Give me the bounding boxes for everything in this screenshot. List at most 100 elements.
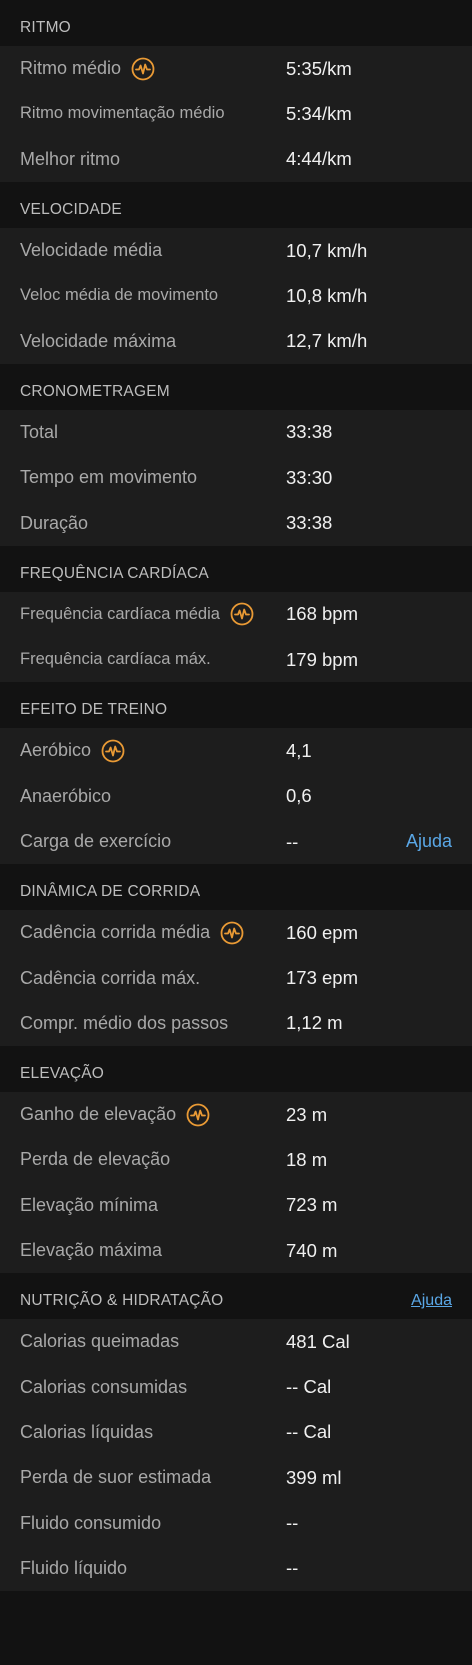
stat-label-wrap: Ritmo movimentação médio [20,104,225,123]
stat-label: Tempo em movimento [20,467,198,488]
stat-label-wrap: Anaeróbico [20,786,111,807]
stat-label-wrap: Calorias queimadas [20,1331,179,1352]
section-header-cronometragem: CRONOMETRAGEM [0,363,472,410]
performance-icon[interactable] [230,602,254,626]
section-header-elevacao: ELEVAÇÃO [0,1046,472,1093]
stat-row-perda-de-elevacao: Perda de elevação 18 m [0,1137,472,1182]
stat-label-wrap: Veloc média de movimento [20,286,218,305]
stat-row-anaerobico: Anaeróbico 0,6 [0,774,472,819]
stat-value: 168 bpm [286,603,358,625]
section-header-frequencia-cardiaca: FREQUÊNCIA CARDÍACA [0,545,472,592]
stat-label-wrap: Total [20,422,58,443]
stat-row-ritmo-movimentacao-medio: Ritmo movimentação médio 5:34/km [0,91,472,136]
stat-label: Elevação máxima [20,1240,163,1261]
stat-label: Ritmo movimentação médio [20,104,225,123]
stat-row-duracao: Duração 33:38 [0,500,472,545]
stat-value: 18 m [286,1148,328,1170]
performance-icon[interactable] [131,57,155,81]
stat-row-calorias-liquidas: Calorias líquidas -- Cal [0,1410,472,1455]
section-body-cronometragem: Total 33:38 Tempo em movimento 33:30 Duração… [0,409,472,546]
stat-row-frequencia-cardiaca-max: Frequência cardíaca máx. 179 bpm [0,637,472,682]
stat-label: Carga de exercício [20,831,172,851]
stat-label-wrap: Ganho de elevação [20,1103,210,1127]
section-body-velocidade: Velocidade média 10,7 km/h Veloc média de … [0,227,472,364]
stat-row-elevacao-maxima: Elevação máxima 740 m [0,1228,472,1273]
section-body-dinamica-de-corrida: Cadência corrida média 160 epm Cadência c… [0,910,472,1047]
stat-label-wrap: Fluido líquido [20,1558,127,1579]
stat-value: -- [286,1557,299,1579]
section-body-ritmo: Ritmo médio 5:35/km Ritmo movimentação mé… [0,46,472,182]
section-title: FREQUÊNCIA CARDÍACA [20,564,209,582]
stat-row-veloc-media-de-movimento: Veloc média de movimento 10,8 km/h [0,273,472,318]
stat-label: Elevação mínima [20,1194,159,1215]
stat-label-wrap: Cadência corrida média [20,921,244,945]
help-link[interactable]: Ajuda [411,1292,452,1310]
stat-label-wrap: Ritmo médio [20,57,155,81]
section-body-elevacao: Ganho de elevação 23 m Perda de elevação 1… [0,1092,472,1274]
stat-row-perda-de-suor-estimada: Perda de suor estimada 399 ml [0,1455,472,1500]
section-title: ELEVAÇÃO [20,1065,105,1083]
stat-row-calorias-queimadas: Calorias queimadas 481 Cal [0,1319,472,1364]
stat-value: 399 ml [286,1466,342,1488]
stat-label-wrap: Aeróbico [20,739,125,763]
stat-value: 10,7 km/h [286,239,368,261]
stat-label: Frequência cardíaca média [20,604,220,623]
section-title: DINÂMICA DE CORRIDA [20,883,201,901]
section-header-dinamica-de-corrida: DINÂMICA DE CORRIDA [0,864,472,911]
activity-stats-list: RITMO Ritmo médio 5:35/km Ritmo movimentaç… [0,0,472,1592]
stat-label: Calorias líquidas [20,1421,154,1442]
stat-label-wrap: Frequência cardíaca máx. [20,650,211,669]
stat-label: Total [20,421,59,442]
stat-label: Calorias consumidas [20,1376,188,1397]
help-link[interactable]: Ajuda [406,831,452,852]
stat-label-wrap: Frequência cardíaca média [20,602,254,626]
stat-value: 12,7 km/h [286,330,368,352]
stat-value: -- Cal [286,1376,332,1398]
stat-label: Duração [20,512,89,533]
section-header-nutricao-hidratacao: NUTRIÇÃO & HIDRATAÇÃO Ajuda [0,1273,472,1320]
stat-label-wrap: Calorias consumidas [20,1377,187,1398]
stat-value: 173 epm [286,967,358,989]
stat-label: Veloc média de movimento [20,286,219,305]
stat-label: Cadência corrida máx. [20,967,201,988]
performance-icon[interactable] [186,1103,210,1127]
stat-label: Frequência cardíaca máx. [20,650,211,669]
stat-label-wrap: Velocidade média [20,240,162,261]
stat-row-ritmo-medio: Ritmo médio 5:35/km [0,46,472,91]
stat-value: 723 m [286,1194,338,1216]
stat-value: 10,8 km/h [286,284,368,306]
section-title: EFEITO DE TREINO [20,701,168,719]
stat-label: Compr. médio dos passos [20,1012,229,1033]
stat-row-tempo-em-movimento: Tempo em movimento 33:30 [0,455,472,500]
stat-value: 179 bpm [286,648,358,670]
stat-row-ganho-de-elevacao: Ganho de elevação 23 m [0,1092,472,1137]
stat-label-wrap: Carga de exercício [20,831,171,852]
stat-value: 1,12 m [286,1012,343,1034]
stat-value: 481 Cal [286,1330,350,1352]
stat-row-velocidade-maxima: Velocidade máxima 12,7 km/h [0,318,472,363]
section-body-efeito-de-treino: Aeróbico 4,1 Anaeróbico 0,6 Carga de exercí… [0,728,472,865]
stat-value: 0,6 [286,785,312,807]
stat-label-wrap: Perda de elevação [20,1149,170,1170]
stat-label: Anaeróbico [20,785,112,806]
stat-label-wrap: Duração [20,513,88,534]
performance-icon[interactable] [220,921,244,945]
stat-row-fluido-consumido: Fluido consumido -- [0,1500,472,1545]
stat-value: 4,1 [286,739,312,761]
stat-label: Calorias queimadas [20,1331,180,1352]
stat-label: Melhor ritmo [20,148,121,169]
section-title: RITMO [20,19,71,36]
section-title: CRONOMETRAGEM [20,382,170,400]
stat-label: Ritmo médio [20,58,122,79]
stat-row-velocidade-media: Velocidade média 10,7 km/h [0,228,472,273]
stat-value: 740 m [286,1239,338,1261]
stat-value: -- [286,1512,299,1534]
stat-label: Velocidade máxima [20,330,177,351]
stat-label-wrap: Melhor ritmo [20,149,120,170]
stat-row-elevacao-minima: Elevação mínima 723 m [0,1183,472,1228]
performance-icon[interactable] [101,739,125,763]
stat-label-wrap: Elevação máxima [20,1240,162,1261]
section-body-frequencia-cardiaca: Frequência cardíaca média 168 bpm Frequên… [0,591,472,683]
stat-row-frequencia-cardiaca-media: Frequência cardíaca média 168 bpm [0,592,472,637]
stat-row-melhor-ritmo: Melhor ritmo 4:44/km [0,137,472,182]
